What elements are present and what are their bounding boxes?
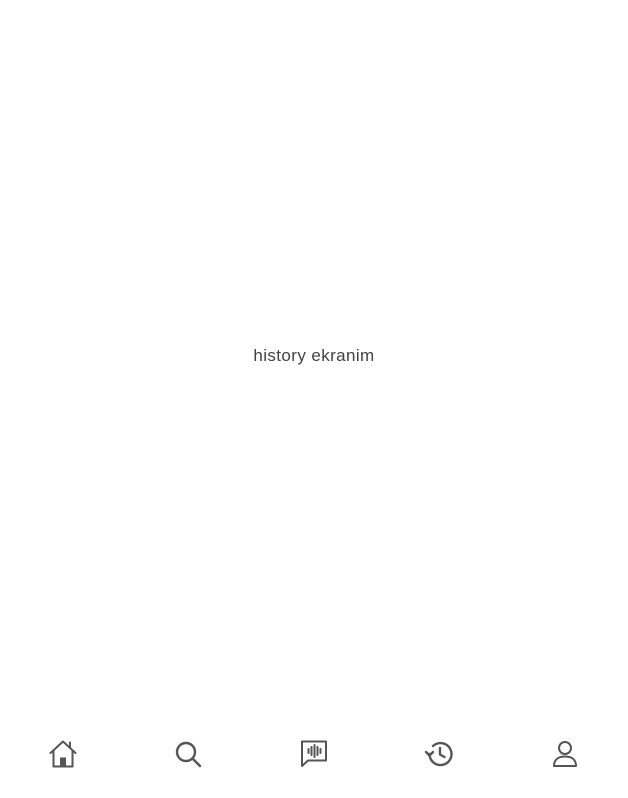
nav-item-search[interactable] xyxy=(126,712,252,798)
screen-label: history ekranim xyxy=(253,346,375,365)
search-icon xyxy=(172,738,204,770)
home-icon xyxy=(47,738,79,770)
bottom-navigation-bar xyxy=(0,712,628,798)
main-content: history ekranim xyxy=(0,0,628,712)
app-screen: history ekranim xyxy=(0,0,628,798)
nav-item-profile[interactable] xyxy=(502,712,628,798)
nav-item-voice-messages[interactable] xyxy=(251,712,377,798)
voice-message-icon xyxy=(298,738,330,770)
nav-item-home[interactable] xyxy=(0,712,126,798)
profile-icon xyxy=(549,738,581,770)
history-icon xyxy=(424,738,456,770)
nav-item-history[interactable] xyxy=(377,712,503,798)
